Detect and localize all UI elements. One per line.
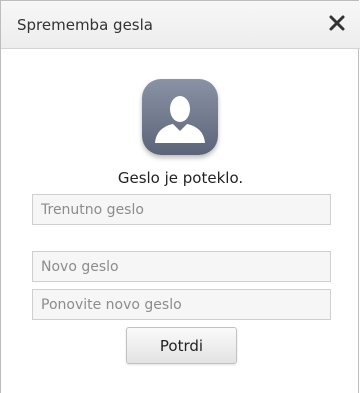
new-password-input[interactable] <box>32 251 331 282</box>
current-password-input[interactable] <box>32 194 331 225</box>
user-avatar-icon <box>142 79 218 155</box>
confirm-button[interactable]: Potrdi <box>126 327 237 364</box>
dialog-title: Sprememba gesla <box>17 16 153 34</box>
close-icon <box>329 15 345 31</box>
repeat-password-input[interactable] <box>32 289 331 320</box>
expired-message: Geslo je poteklo. <box>117 169 244 187</box>
dialog-header: Sprememba gesla <box>1 1 360 49</box>
close-button[interactable] <box>328 14 346 32</box>
change-password-dialog: Sprememba gesla Geslo je poteklo. Potrdi <box>0 0 360 393</box>
